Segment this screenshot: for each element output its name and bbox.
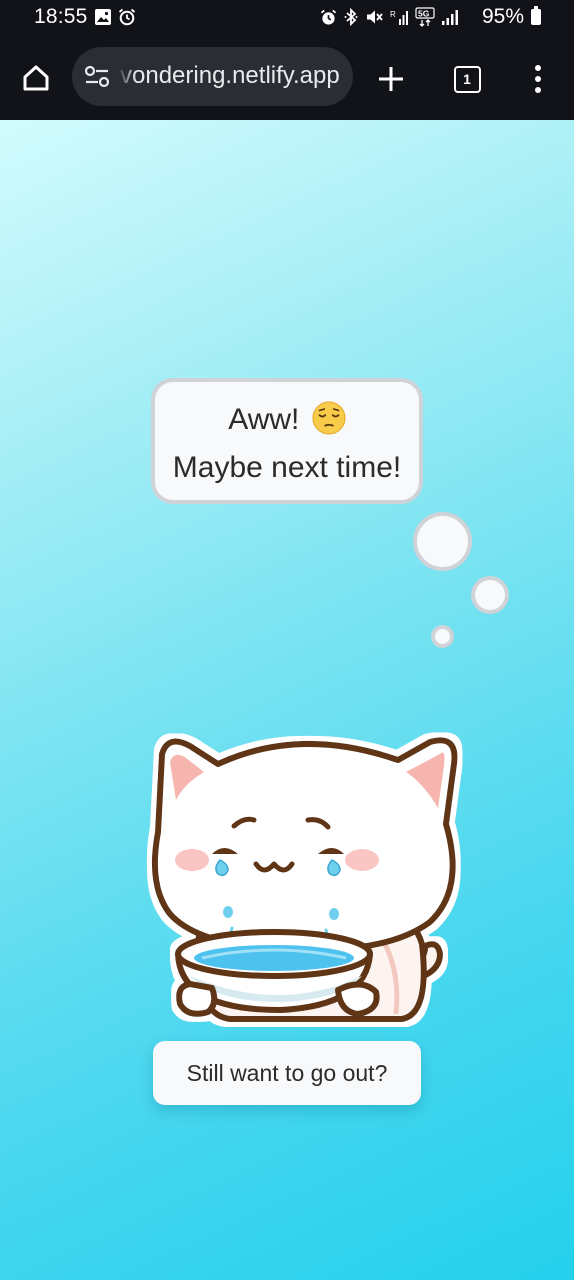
plus-icon xyxy=(379,67,403,91)
still-want-to-go-out-button[interactable]: Still want to go out? xyxy=(153,1041,421,1105)
tab-switcher-button[interactable]: 1 xyxy=(444,56,490,102)
image-icon xyxy=(95,9,111,25)
signal-icon xyxy=(442,10,458,25)
wifi-calling-icon: R xyxy=(390,10,408,25)
alarm-icon xyxy=(118,8,136,26)
crying-cat-sticker-image xyxy=(151,737,458,1022)
more-options-button[interactable] xyxy=(516,56,560,102)
new-tab-button[interactable] xyxy=(368,56,414,102)
thought-bubble: Aww! Maybe next time! xyxy=(151,378,423,504)
thought-dot-large xyxy=(413,512,472,571)
status-notification-icons xyxy=(94,8,136,26)
thought-dot-small xyxy=(431,625,454,648)
pensive-face-emoji-icon xyxy=(312,401,346,435)
svg-text:5G: 5G xyxy=(418,9,430,19)
5g-icon: 5G xyxy=(415,7,435,27)
alarm-icon xyxy=(320,9,337,25)
svg-text:R: R xyxy=(390,10,396,19)
tab-switcher-icon: 1 xyxy=(453,65,481,93)
bluetooth-icon xyxy=(344,8,358,26)
tune-icon[interactable] xyxy=(84,65,110,89)
browser-toolbar: vondering.netlify.app 1 xyxy=(0,34,574,120)
home-button[interactable] xyxy=(14,56,58,100)
bubble-aww-text: Aww! xyxy=(228,403,300,436)
thought-dot-medium xyxy=(471,576,509,614)
status-time: 18:55 xyxy=(34,5,88,28)
bubble-line-2: Maybe next time! xyxy=(172,451,402,484)
url-text[interactable]: vondering.netlify.app xyxy=(120,62,340,90)
address-bar[interactable]: vondering.netlify.app xyxy=(72,47,353,106)
home-icon xyxy=(23,65,49,91)
status-bar: 18:55 R 5G 95% xyxy=(0,0,574,34)
web-page: Aww! Maybe next time! Still want to go o… xyxy=(0,120,574,1280)
mute-icon xyxy=(367,10,383,24)
more-vert-icon xyxy=(535,65,541,93)
status-system-icons: R 5G xyxy=(320,7,458,27)
battery-icon xyxy=(531,6,541,25)
tab-count: 1 xyxy=(463,71,471,87)
battery-percentage: 95% xyxy=(481,5,524,28)
bubble-line-1: Aww! xyxy=(155,396,419,444)
